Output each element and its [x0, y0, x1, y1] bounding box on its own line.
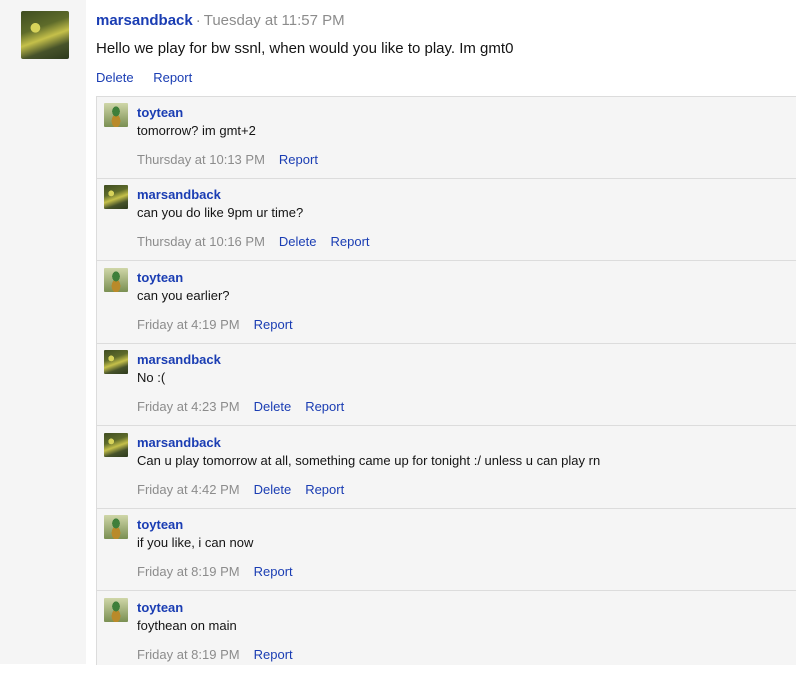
comment-text: if you like, i can now	[137, 535, 254, 550]
comment-text: tomorrow? im gmt+2	[137, 123, 256, 138]
comment-meta: Friday at 4:19 PM Report	[137, 317, 307, 332]
comment-author-avatar[interactable]	[104, 350, 128, 374]
post-actions: Delete Report	[96, 70, 208, 85]
comment-report-link[interactable]: Report	[279, 152, 318, 167]
comment-item: marsandback Can u play tomorrow at all, …	[97, 427, 796, 509]
comment-report-link[interactable]: Report	[254, 317, 293, 332]
comment-delete-link[interactable]: Delete	[254, 482, 292, 497]
comment-author-username[interactable]: marsandback	[137, 435, 221, 450]
comment-report-link[interactable]: Report	[254, 564, 293, 579]
comment-text: can you do like 9pm ur time?	[137, 205, 304, 220]
comment-timestamp[interactable]: Friday at 8:19 PM	[137, 647, 240, 662]
comments-list: toytean tomorrow? im gmt+2 Thursday at 1…	[96, 96, 796, 665]
comment-item: toytean can you earlier? Friday at 4:19 …	[97, 262, 796, 344]
comment-delete-link[interactable]: Delete	[279, 234, 317, 249]
comment-author-avatar[interactable]	[104, 268, 128, 292]
comment-report-link[interactable]: Report	[305, 399, 344, 414]
comment-timestamp[interactable]: Friday at 8:19 PM	[137, 564, 240, 579]
comment-author-username[interactable]: toytean	[137, 105, 183, 120]
comment-timestamp[interactable]: Friday at 4:42 PM	[137, 482, 240, 497]
post-author-username[interactable]: marsandback	[96, 12, 193, 29]
post-message: Hello we play for bw ssnl, when would yo…	[96, 40, 514, 57]
comment-author-username[interactable]: toytean	[137, 517, 183, 532]
post-header: marsandback · Tuesday at 11:57 PM	[96, 12, 345, 29]
comment-item: marsandback No :( Friday at 4:23 PM Delet…	[97, 344, 796, 426]
post-author-avatar[interactable]	[21, 11, 69, 59]
comment-author-avatar[interactable]	[104, 103, 128, 127]
comment-meta: Thursday at 10:16 PM Delete Report	[137, 234, 384, 249]
comment-meta: Friday at 4:42 PM Delete Report	[137, 482, 358, 497]
comment-meta: Friday at 8:19 PM Report	[137, 647, 307, 662]
comment-delete-link[interactable]: Delete	[254, 399, 292, 414]
post-report-link[interactable]: Report	[153, 70, 192, 85]
post-delete-link[interactable]: Delete	[96, 70, 134, 85]
comment-author-username[interactable]: marsandback	[137, 352, 221, 367]
comment-item: toytean if you like, i can now Friday at…	[97, 509, 796, 591]
comment-item: toytean foythean on main Friday at 8:19 …	[97, 592, 796, 674]
comment-text: can you earlier?	[137, 288, 230, 303]
comment-timestamp[interactable]: Thursday at 10:13 PM	[137, 152, 265, 167]
comment-text: foythean on main	[137, 618, 237, 633]
comment-timestamp[interactable]: Thursday at 10:16 PM	[137, 234, 265, 249]
comment-report-link[interactable]: Report	[330, 234, 369, 249]
post-timestamp[interactable]: Tuesday at 11:57 PM	[204, 12, 345, 29]
comment-author-username[interactable]: toytean	[137, 600, 183, 615]
post-header-separator: ·	[195, 12, 201, 29]
comment-author-avatar[interactable]	[104, 433, 128, 457]
left-gutter	[0, 0, 86, 664]
comment-meta: Thursday at 10:13 PM Report	[137, 152, 332, 167]
comment-text: No :(	[137, 370, 166, 385]
comment-timestamp[interactable]: Friday at 4:23 PM	[137, 399, 240, 414]
comment-meta: Friday at 4:23 PM Delete Report	[137, 399, 358, 414]
comment-author-avatar[interactable]	[104, 515, 128, 539]
comment-item: marsandback can you do like 9pm ur time?…	[97, 179, 796, 261]
comment-author-username[interactable]: marsandback	[137, 187, 221, 202]
comment-author-avatar[interactable]	[104, 185, 128, 209]
comment-meta: Friday at 8:19 PM Report	[137, 564, 307, 579]
comment-report-link[interactable]: Report	[305, 482, 344, 497]
comment-author-username[interactable]: toytean	[137, 270, 183, 285]
comment-item: toytean tomorrow? im gmt+2 Thursday at 1…	[97, 97, 796, 179]
comment-report-link[interactable]: Report	[254, 647, 293, 662]
comment-timestamp[interactable]: Friday at 4:19 PM	[137, 317, 240, 332]
comment-text: Can u play tomorrow at all, something ca…	[137, 453, 601, 468]
comment-author-avatar[interactable]	[104, 598, 128, 622]
